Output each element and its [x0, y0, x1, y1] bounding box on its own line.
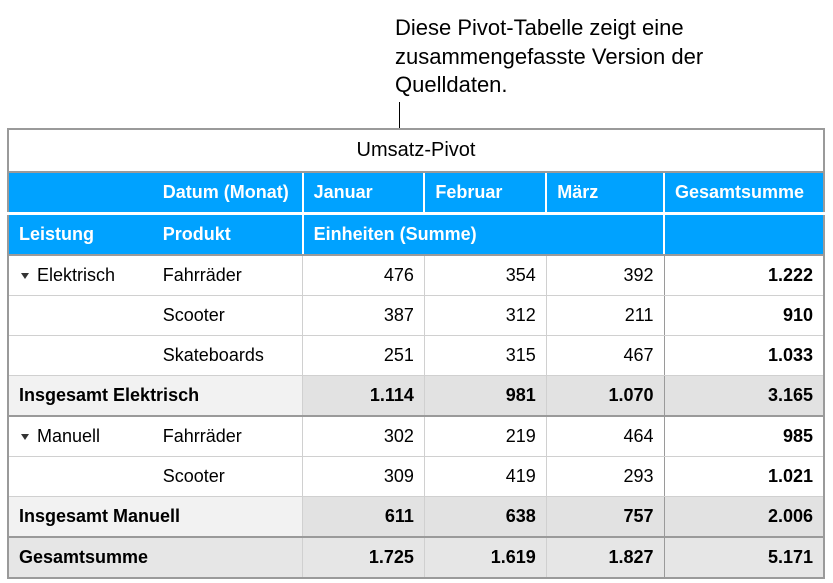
header-units-sum[interactable]: Einheiten (Summe) — [303, 214, 664, 256]
subtotal-value[interactable]: 1.070 — [546, 376, 664, 417]
cell-value[interactable]: 387 — [303, 296, 425, 336]
cell-value[interactable]: 476 — [303, 255, 425, 296]
grand-total-total[interactable]: 5.171 — [664, 537, 824, 578]
header-empty-total — [664, 214, 824, 256]
table-row: Scooter 309 419 293 1.021 — [8, 457, 824, 497]
subtotal-row: Insgesamt Manuell 611 638 757 2.006 — [8, 497, 824, 538]
table-row: Manuell Fahrräder 302 219 464 985 — [8, 416, 824, 457]
header-month-jan[interactable]: Januar — [303, 172, 425, 214]
group-cell — [8, 296, 153, 336]
pivot-table: Umsatz-Pivot Datum (Monat) Januar Februa… — [7, 128, 825, 579]
annotation-text: Diese Pivot-Tabelle zeigt eine zusammeng… — [395, 14, 725, 100]
product-label[interactable]: Skateboards — [153, 336, 303, 376]
subtotal-label[interactable]: Insgesamt Manuell — [8, 497, 303, 538]
subtotal-total[interactable]: 2.006 — [664, 497, 824, 538]
subtotal-value[interactable]: 1.114 — [303, 376, 425, 417]
grand-total-label[interactable]: Gesamtsumme — [8, 537, 303, 578]
cell-value[interactable]: 211 — [546, 296, 664, 336]
subtotal-total[interactable]: 3.165 — [664, 376, 824, 417]
pivot-header-row-2: Leistung Produkt Einheiten (Summe) — [8, 214, 824, 256]
subtotal-value[interactable]: 981 — [424, 376, 546, 417]
header-date-group[interactable]: Datum (Monat) — [153, 172, 303, 214]
cell-value[interactable]: 293 — [546, 457, 664, 497]
cell-value[interactable]: 464 — [546, 416, 664, 457]
cell-value[interactable]: 312 — [424, 296, 546, 336]
header-grand-total[interactable]: Gesamtsumme — [664, 172, 824, 214]
cell-value[interactable]: 392 — [546, 255, 664, 296]
cell-row-total[interactable]: 1.033 — [664, 336, 824, 376]
disclosure-triangle-icon[interactable] — [19, 270, 31, 282]
cell-row-total[interactable]: 1.021 — [664, 457, 824, 497]
header-product[interactable]: Produkt — [153, 214, 303, 256]
table-row: Elektrisch Fahrräder 476 354 392 1.222 — [8, 255, 824, 296]
grand-total-value[interactable]: 1.619 — [424, 537, 546, 578]
cell-row-total[interactable]: 985 — [664, 416, 824, 457]
group-cell — [8, 336, 153, 376]
cell-row-total[interactable]: 1.222 — [664, 255, 824, 296]
cell-value[interactable]: 315 — [424, 336, 546, 376]
cell-value[interactable]: 354 — [424, 255, 546, 296]
subtotal-value[interactable]: 611 — [303, 497, 425, 538]
annotation-leader-line — [399, 102, 400, 129]
cell-value[interactable]: 309 — [303, 457, 425, 497]
group-label: Manuell — [37, 426, 100, 446]
cell-value[interactable]: 467 — [546, 336, 664, 376]
cell-value[interactable]: 251 — [303, 336, 425, 376]
header-month-mar[interactable]: März — [546, 172, 664, 214]
pivot-table-title: Umsatz-Pivot — [8, 129, 824, 172]
table-row: Skateboards 251 315 467 1.033 — [8, 336, 824, 376]
header-month-feb[interactable]: Februar — [424, 172, 546, 214]
pivot-header-row-1: Datum (Monat) Januar Februar März Gesamt… — [8, 172, 824, 214]
product-label[interactable]: Scooter — [153, 457, 303, 497]
group-elektrisch[interactable]: Elektrisch — [8, 255, 153, 296]
group-cell — [8, 457, 153, 497]
table-row: Scooter 387 312 211 910 — [8, 296, 824, 336]
disclosure-triangle-icon[interactable] — [19, 431, 31, 443]
grand-total-value[interactable]: 1.725 — [303, 537, 425, 578]
subtotal-value[interactable]: 757 — [546, 497, 664, 538]
subtotal-row: Insgesamt Elektrisch 1.114 981 1.070 3.1… — [8, 376, 824, 417]
group-label: Elektrisch — [37, 265, 115, 285]
product-label[interactable]: Scooter — [153, 296, 303, 336]
grand-total-value[interactable]: 1.827 — [546, 537, 664, 578]
subtotal-label[interactable]: Insgesamt Elektrisch — [8, 376, 303, 417]
group-manuell[interactable]: Manuell — [8, 416, 153, 457]
cell-value[interactable]: 302 — [303, 416, 425, 457]
cell-value[interactable]: 419 — [424, 457, 546, 497]
header-performance[interactable]: Leistung — [8, 214, 153, 256]
subtotal-value[interactable]: 638 — [424, 497, 546, 538]
product-label[interactable]: Fahrräder — [153, 255, 303, 296]
product-label[interactable]: Fahrräder — [153, 416, 303, 457]
header-empty-cell — [8, 172, 153, 214]
cell-value[interactable]: 219 — [424, 416, 546, 457]
cell-row-total[interactable]: 910 — [664, 296, 824, 336]
grand-total-row: Gesamtsumme 1.725 1.619 1.827 5.171 — [8, 537, 824, 578]
